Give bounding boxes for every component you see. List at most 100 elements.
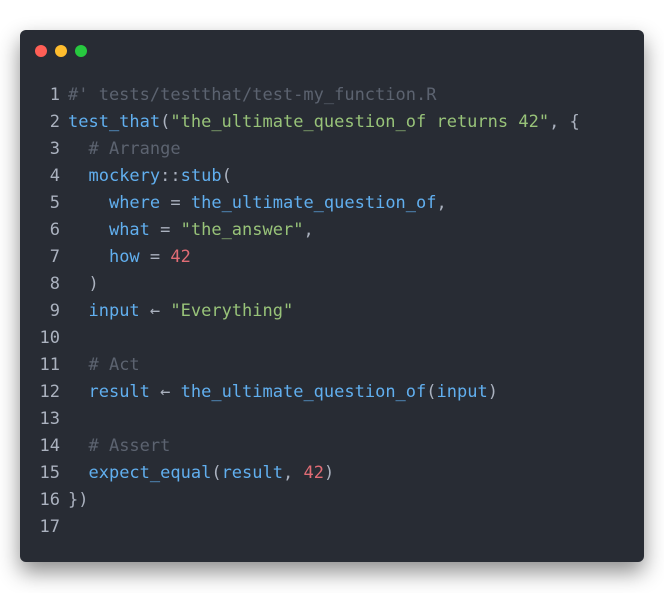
code-line: 10 (20, 325, 644, 352)
code-token: ) (68, 274, 99, 294)
code-text: ) (68, 271, 99, 298)
code-token: }) (68, 490, 89, 510)
code-token: ← (149, 382, 181, 402)
code-token: "the_ultimate_question_of returns 42" (170, 112, 550, 132)
code-token: the_ultimate_question_of (190, 193, 437, 213)
line-number: 13 (39, 409, 60, 429)
code-token: #' tests/testthat/test-my_function.R (68, 85, 437, 105)
close-dot-icon[interactable] (35, 45, 47, 57)
code-line: 8 ) (20, 271, 644, 298)
line-number: 10 (39, 328, 60, 348)
code-token: = (139, 247, 171, 267)
code-line: 1 #' tests/testthat/test-my_function.R (20, 82, 644, 109)
code-line: 17 (20, 514, 644, 541)
code-text: how = 42 (68, 244, 191, 271)
code-token: ← (139, 301, 171, 321)
code-token: # Arrange (88, 139, 181, 159)
code-token: what (108, 220, 150, 240)
code-token: ) (323, 463, 335, 483)
line-number: 9 (49, 301, 60, 321)
code-line: 5 where = the_ultimate_question_of, (20, 190, 644, 217)
code-token: ) (487, 382, 498, 402)
line-number: 5 (49, 193, 60, 213)
line-number: 4 (49, 166, 60, 186)
line-number: 14 (39, 436, 60, 456)
code-line: 12 result ← the_ultimate_question_of(inp… (20, 379, 644, 406)
code-line: 3 # Arrange (20, 136, 644, 163)
code-token: result (221, 463, 283, 483)
code-token: expect_equal (88, 463, 212, 483)
minimize-dot-icon[interactable] (55, 45, 67, 57)
code-token: 42 (170, 247, 191, 267)
maximize-dot-icon[interactable] (75, 45, 87, 57)
code-token: , (282, 463, 304, 483)
code-line: 9 input ← "Everything" (20, 298, 644, 325)
code-text: result ← the_ultimate_question_of(input) (68, 379, 498, 406)
code-line: 7 how = 42 (20, 244, 644, 271)
code-token: "Everything" (170, 301, 294, 321)
code-token: ( (160, 112, 171, 132)
code-token: = (149, 220, 181, 240)
code-line: 4 mockery::stub( (20, 163, 644, 190)
code-text: mockery::stub( (68, 163, 232, 190)
line-number: 7 (49, 247, 60, 267)
code-token: where (108, 193, 161, 213)
code-token: input (436, 382, 488, 402)
line-number: 12 (39, 382, 60, 402)
code-token: test_that (68, 112, 161, 132)
line-number: 2 (49, 112, 60, 132)
code-token: input (88, 301, 140, 321)
line-number: 17 (39, 517, 60, 537)
code-token: how (108, 247, 140, 267)
code-block: 1 #' tests/testthat/test-my_function.R 2 te… (20, 82, 644, 541)
code-token: , (436, 193, 447, 213)
code-token: , { (549, 112, 580, 132)
code-token: , (303, 220, 314, 240)
code-token: ( (211, 463, 222, 483)
code-line: 14 # Assert (20, 433, 644, 460)
code-token: # Act (88, 355, 140, 375)
code-line: 16}) (20, 487, 644, 514)
code-line: 11 # Act (20, 352, 644, 379)
line-number: 3 (49, 139, 60, 159)
code-token: 42 (303, 463, 324, 483)
code-text: #' tests/testthat/test-my_function.R (68, 82, 436, 109)
code-token: stub (180, 166, 222, 186)
code-token: result (88, 382, 150, 402)
code-text: where = the_ultimate_question_of, (68, 190, 447, 217)
code-line: 15 expect_equal(result, 42) (20, 460, 644, 487)
line-number: 15 (39, 463, 60, 483)
code-text: test_that("the_ultimate_question_of retu… (68, 109, 580, 136)
code-text: what = "the_answer", (68, 217, 314, 244)
line-number: 8 (49, 274, 60, 294)
code-text: # Assert (68, 433, 170, 460)
code-text: # Arrange (68, 136, 181, 163)
code-token: ( (426, 382, 437, 402)
code-text: input ← "Everything" (68, 298, 293, 325)
line-number: 6 (49, 220, 60, 240)
code-text: expect_equal(result, 42) (68, 460, 334, 487)
code-token: # Assert (88, 436, 171, 456)
code-window: 1 #' tests/testthat/test-my_function.R 2 te… (20, 30, 644, 562)
line-number: 1 (49, 85, 60, 105)
line-number: 11 (39, 355, 60, 375)
code-line: 13 (20, 406, 644, 433)
code-text: }) (68, 487, 88, 514)
line-number: 16 (39, 490, 60, 510)
code-token: :: (160, 166, 181, 186)
code-token: = (160, 193, 191, 213)
code-line: 2 test_that("the_ultimate_question_of ret… (20, 109, 644, 136)
code-text: # Act (68, 352, 140, 379)
code-line: 6 what = "the_answer", (20, 217, 644, 244)
code-token: ( (221, 166, 232, 186)
code-token: mockery (88, 166, 161, 186)
